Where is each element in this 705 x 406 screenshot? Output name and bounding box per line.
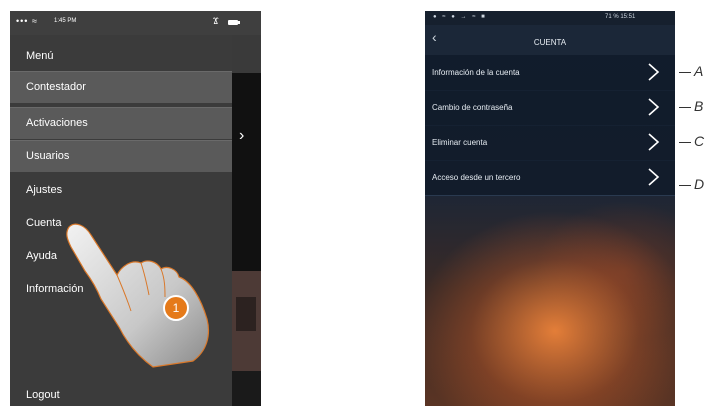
notification-icons: ● ≈ ● → ≈ ■ bbox=[433, 14, 487, 20]
menu-item-contestador[interactable]: Contestador bbox=[10, 71, 232, 103]
callout-line-b bbox=[679, 107, 691, 108]
step-badge: 1 bbox=[163, 295, 189, 321]
menu-item-usuarios[interactable]: Usuarios bbox=[10, 140, 232, 172]
status-battery-time: 71 % 15:51 bbox=[605, 14, 636, 20]
callout-b: B bbox=[694, 98, 704, 114]
status-bar: ••• ≈ 1:45 PM Ϫ bbox=[10, 11, 261, 35]
callout-line-c bbox=[679, 142, 691, 143]
status-bar: ● ≈ ● → ≈ ■ 71 % 15:51 bbox=[425, 11, 675, 25]
row-acceso-tercero[interactable]: Acceso desde un tercero bbox=[425, 160, 675, 196]
chevron-right-icon[interactable]: › bbox=[239, 127, 244, 145]
logout-button[interactable]: Logout bbox=[26, 389, 60, 401]
battery-icon bbox=[228, 20, 240, 25]
signal-wifi-icon: ••• ≈ bbox=[16, 16, 38, 26]
chevron-right-icon bbox=[648, 133, 660, 151]
bluetooth-icon: Ϫ bbox=[213, 16, 219, 26]
menu-title: Menú bbox=[26, 50, 54, 62]
menu-item-activaciones[interactable]: Activaciones bbox=[10, 107, 232, 139]
row-eliminar-cuenta[interactable]: Eliminar cuenta bbox=[425, 125, 675, 161]
callout-d: D bbox=[694, 176, 705, 192]
menu-item-ajustes[interactable]: Ajustes bbox=[10, 175, 232, 206]
callout-line-d bbox=[679, 185, 691, 186]
hand-pointer-icon bbox=[66, 223, 210, 368]
right-phone-screen: ● ≈ ● → ≈ ■ 71 % 15:51 ‹ CUENTA Informac… bbox=[425, 11, 675, 406]
callout-line-a bbox=[679, 72, 691, 73]
background-screen bbox=[232, 35, 261, 406]
chevron-right-icon bbox=[648, 63, 660, 81]
chevron-right-icon bbox=[648, 98, 660, 116]
callout-c: C bbox=[694, 133, 705, 149]
chevron-right-icon bbox=[648, 168, 660, 186]
row-cambio-contrasena[interactable]: Cambio de contraseña bbox=[425, 90, 675, 126]
status-time: 1:45 PM bbox=[54, 18, 77, 24]
page-title: CUENTA bbox=[533, 38, 567, 47]
row-informacion-cuenta[interactable]: Información de la cuenta bbox=[425, 55, 675, 91]
callout-a: A bbox=[694, 63, 704, 79]
